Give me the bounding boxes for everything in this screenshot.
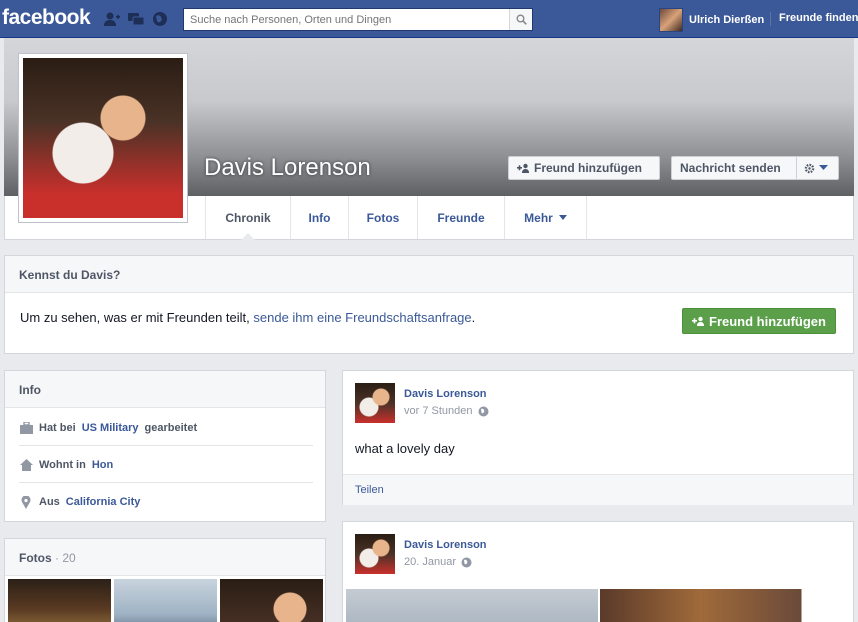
add-friend-icon xyxy=(692,316,704,326)
location-pin-icon xyxy=(19,495,33,509)
photo-thumbnail[interactable] xyxy=(114,579,217,622)
tab-label: Info xyxy=(308,210,331,225)
profile-photo-image xyxy=(23,58,183,218)
employer-link[interactable]: US Military xyxy=(82,422,139,434)
info-text: Aus xyxy=(39,496,60,508)
top-navigation-bar: facebook Ulrich Dierßen Freunde finden xyxy=(0,0,858,38)
public-globe-icon[interactable] xyxy=(461,557,472,568)
user-profile-link[interactable]: Ulrich Dierßen xyxy=(659,8,764,32)
photos-count: · 20 xyxy=(55,551,76,565)
info-text: gearbeitet xyxy=(144,421,198,434)
info-row-work: Hat bei US Military gearbeitet xyxy=(19,410,313,446)
photo-thumbnails xyxy=(8,579,323,622)
add-friend-button[interactable]: Freund hinzufügen xyxy=(508,156,660,180)
briefcase-icon xyxy=(19,421,33,435)
photos-card: Fotos · 20 xyxy=(4,538,326,622)
post-author-avatar[interactable] xyxy=(355,534,395,574)
post-actions: Teilen xyxy=(343,474,853,505)
add-friend-green-button[interactable]: Freund hinzufügen xyxy=(682,308,836,334)
add-friend-icon xyxy=(517,163,529,173)
post-photo[interactable] xyxy=(600,589,852,622)
info-text: Hat bei xyxy=(39,421,76,434)
user-name: Ulrich Dierßen xyxy=(689,14,765,26)
notifications-globe-icon[interactable] xyxy=(151,11,169,27)
search-box xyxy=(183,8,533,31)
send-message-button[interactable]: Nachricht senden xyxy=(671,156,797,180)
photos-title[interactable]: Fotos xyxy=(19,551,52,565)
friend-requests-icon[interactable] xyxy=(103,11,121,27)
tab-label: Fotos xyxy=(366,210,400,225)
friend-suggestion-box: Kennst du Davis? Um zu sehen, was er mit… xyxy=(4,255,854,354)
current-city-link[interactable]: Hon xyxy=(92,459,113,471)
options-menu-button[interactable] xyxy=(796,156,839,180)
info-text: Wohnt in xyxy=(39,458,86,471)
photo-thumbnail[interactable] xyxy=(220,579,323,622)
tab-mehr[interactable]: Mehr xyxy=(505,196,587,239)
hometown-link[interactable]: California City xyxy=(66,496,141,508)
suggestion-text: Um zu sehen, was er mit Freunden teilt, xyxy=(20,310,250,325)
facebook-logo[interactable]: facebook xyxy=(2,6,91,30)
friend-suggestion-text: Um zu sehen, was er mit Freunden teilt, … xyxy=(20,310,475,325)
suggestion-period: . xyxy=(471,310,476,325)
chevron-down-icon xyxy=(819,165,828,170)
info-row-home: Wohnt in Hon xyxy=(19,447,313,483)
search-input[interactable] xyxy=(184,9,506,30)
profile-name[interactable]: Davis Lorenson xyxy=(204,154,371,182)
divider xyxy=(770,12,771,26)
info-row-hometown: Aus California City xyxy=(19,484,313,520)
post-author-name[interactable]: Davis Lorenson xyxy=(404,388,487,400)
post-photo[interactable] xyxy=(346,589,598,622)
tab-label: Freunde xyxy=(437,210,485,225)
add-friend-label: Freund hinzufügen xyxy=(709,313,826,329)
post-author-name[interactable]: Davis Lorenson xyxy=(404,539,487,551)
share-link[interactable]: Teilen xyxy=(355,484,384,496)
timeline-post: Davis Lorenson 20. Januar xyxy=(342,521,854,622)
friend-suggestion-title: Kennst du Davis? xyxy=(5,256,853,293)
timeline-post: Davis Lorenson vor 7 Stunden what a love… xyxy=(342,370,854,505)
post-text: what a lovely day xyxy=(355,441,455,456)
post-author-avatar[interactable] xyxy=(355,383,395,423)
tab-label: Mehr xyxy=(524,210,553,225)
messages-icon[interactable] xyxy=(127,11,145,27)
post-timestamp: vor 7 Stunden xyxy=(404,405,489,417)
profile-picture[interactable] xyxy=(18,53,188,223)
user-avatar xyxy=(659,8,683,32)
notification-jewels xyxy=(103,11,169,27)
friend-request-link[interactable]: sende ihm eine Freundschaftsanfrage xyxy=(253,310,471,325)
photo-thumbnail[interactable] xyxy=(8,579,111,622)
photos-card-header: Fotos · 20 xyxy=(5,539,325,576)
post-time-text[interactable]: 20. Januar xyxy=(404,556,456,568)
chevron-down-icon xyxy=(558,215,567,220)
tab-fotos[interactable]: Fotos xyxy=(349,196,418,239)
add-friend-label: Freund hinzufügen xyxy=(534,161,642,175)
send-message-label: Nachricht senden xyxy=(680,161,781,175)
info-card: Info Hat bei US Military gearbeitet Wohn… xyxy=(4,370,326,522)
home-icon xyxy=(19,458,33,472)
find-friends-link[interactable]: Freunde finden xyxy=(779,12,858,24)
tab-chronik[interactable]: Chronik xyxy=(205,196,291,240)
tab-label: Chronik xyxy=(225,210,271,225)
search-icon xyxy=(516,14,527,25)
search-button[interactable] xyxy=(509,9,532,30)
tab-freunde[interactable]: Freunde xyxy=(418,196,505,239)
public-globe-icon[interactable] xyxy=(478,406,489,417)
post-time-text[interactable]: vor 7 Stunden xyxy=(404,405,473,417)
gear-icon xyxy=(804,163,815,173)
info-card-title: Info xyxy=(5,371,325,408)
tab-info[interactable]: Info xyxy=(291,196,349,239)
post-timestamp: 20. Januar xyxy=(404,556,472,568)
